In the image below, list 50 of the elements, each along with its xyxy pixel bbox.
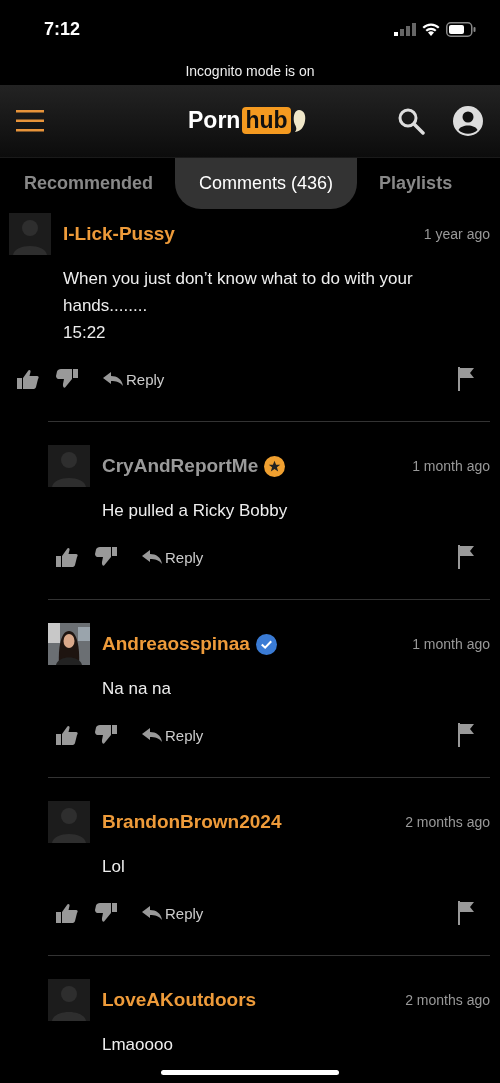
thumbs-up-icon[interactable] bbox=[56, 547, 78, 567]
comment-text: Lmaoooo bbox=[102, 1034, 174, 1056]
reply-button[interactable]: Reply bbox=[142, 548, 204, 566]
tab[interactable]: Comments (436) bbox=[175, 158, 358, 209]
username[interactable]: Andreaosspinaa bbox=[102, 633, 250, 655]
status-time: 7:12 bbox=[44, 18, 81, 40]
search-icon[interactable] bbox=[397, 107, 425, 135]
incognito-notice: Incognito mode is on bbox=[184, 62, 316, 81]
reply-button[interactable]: Reply bbox=[142, 904, 204, 922]
star-badge-icon bbox=[264, 455, 286, 477]
username[interactable]: BrandonBrown2024 bbox=[102, 811, 282, 833]
wifi-icon bbox=[422, 22, 440, 36]
signal-icon bbox=[394, 22, 416, 36]
reply-icon bbox=[142, 728, 162, 742]
tab[interactable]: Playlists bbox=[367, 158, 465, 209]
comment-text: He pulled a Ricky Bobby bbox=[102, 500, 289, 522]
tab[interactable]: Recommended bbox=[12, 158, 166, 209]
reply-button[interactable]: Reply bbox=[103, 370, 165, 388]
thumbs-down-icon[interactable] bbox=[56, 369, 78, 389]
username[interactable]: CryAndReportMe bbox=[102, 455, 259, 477]
flag-icon[interactable] bbox=[458, 901, 474, 925]
account-icon[interactable] bbox=[453, 106, 483, 136]
username[interactable]: I-Lick-Pussy bbox=[63, 223, 175, 245]
thumbs-down-icon[interactable] bbox=[95, 903, 117, 923]
flag-icon[interactable] bbox=[458, 545, 474, 569]
comment-time: 1 month ago bbox=[412, 636, 490, 652]
comment-text: Na na na bbox=[102, 678, 172, 700]
logo-text[interactable]: Porn bbox=[188, 107, 241, 134]
comment-time: 2 months ago bbox=[405, 814, 490, 830]
battery-icon bbox=[446, 21, 476, 37]
comment-text: Lol bbox=[102, 856, 126, 878]
reply-icon bbox=[142, 550, 162, 564]
comment-time: 2 months ago bbox=[405, 992, 490, 1008]
reply-icon bbox=[142, 906, 162, 920]
thumbs-up-icon[interactable] bbox=[56, 725, 78, 745]
logo-badge[interactable]: hub bbox=[242, 107, 291, 134]
comment-text: When you just don’t know what to do with your hands........ 15:22 bbox=[63, 268, 414, 344]
comment-time: 1 month ago bbox=[412, 458, 490, 474]
thumbs-down-icon[interactable] bbox=[95, 725, 117, 745]
thumbs-down-icon[interactable] bbox=[95, 547, 117, 567]
thumbs-up-icon[interactable] bbox=[17, 369, 39, 389]
reply-button[interactable]: Reply bbox=[142, 726, 204, 744]
flag-icon[interactable] bbox=[458, 367, 474, 391]
username[interactable]: LoveAKoutdoors bbox=[102, 989, 257, 1011]
comment-time: 1 year ago bbox=[423, 226, 490, 242]
thumbs-up-icon[interactable] bbox=[56, 903, 78, 923]
flag-icon[interactable] bbox=[458, 723, 474, 747]
reply-icon bbox=[103, 372, 123, 386]
menu-icon[interactable] bbox=[16, 110, 44, 132]
verified-badge-icon bbox=[255, 633, 277, 655]
